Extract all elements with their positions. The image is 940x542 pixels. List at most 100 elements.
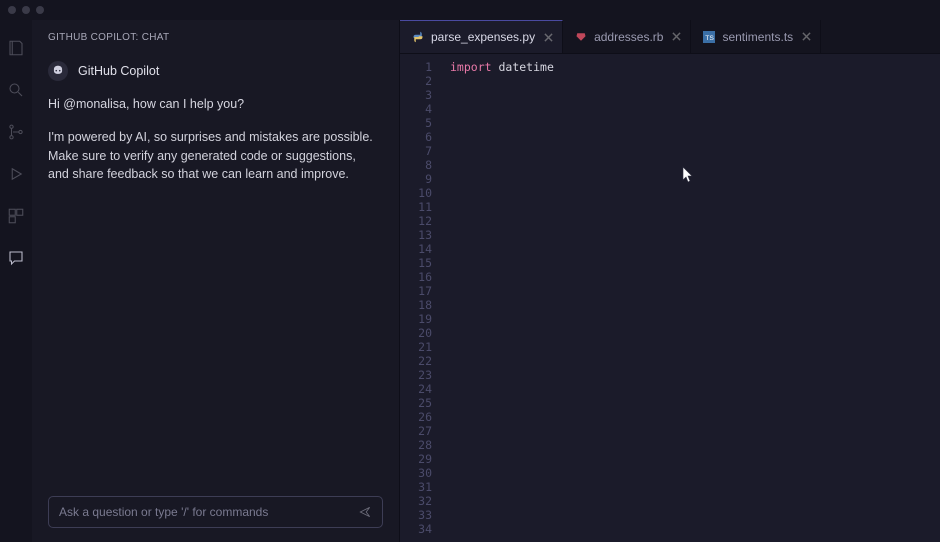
line-number: 8 <box>400 158 432 172</box>
editor-group: parse_expenses.py addresses.rb TS sentiment… <box>400 20 940 542</box>
line-number: 31 <box>400 480 432 494</box>
code-line[interactable] <box>450 172 940 186</box>
line-number: 34 <box>400 522 432 536</box>
activity-bar <box>0 20 32 542</box>
code-content[interactable]: import datetime <box>442 54 940 542</box>
chat-author-name: GitHub Copilot <box>78 62 159 81</box>
line-number: 24 <box>400 382 432 396</box>
code-line[interactable] <box>450 396 940 410</box>
chat-icon[interactable] <box>6 248 26 268</box>
code-line[interactable] <box>450 480 940 494</box>
close-icon[interactable] <box>670 31 682 43</box>
line-number: 23 <box>400 368 432 382</box>
copilot-avatar-icon <box>48 61 68 81</box>
line-number: 15 <box>400 256 432 270</box>
file-type-icon <box>412 31 424 43</box>
code-line[interactable] <box>450 340 940 354</box>
tab-bar: parse_expenses.py addresses.rb TS sentiment… <box>400 20 940 54</box>
code-line[interactable] <box>450 88 940 102</box>
window-titlebar <box>0 0 940 20</box>
files-icon[interactable] <box>6 38 26 58</box>
line-number: 14 <box>400 242 432 256</box>
line-number: 1 <box>400 60 432 74</box>
code-line[interactable] <box>450 424 940 438</box>
code-line[interactable] <box>450 74 940 88</box>
chat-greeting: Hi @monalisa, how can I help you? <box>48 91 383 128</box>
line-number: 27 <box>400 424 432 438</box>
send-icon[interactable] <box>356 503 374 521</box>
line-number: 16 <box>400 270 432 284</box>
editor-area[interactable]: 1234567891011121314151617181920212223242… <box>400 54 940 542</box>
code-line[interactable] <box>450 158 940 172</box>
code-line[interactable] <box>450 312 940 326</box>
code-line[interactable] <box>450 508 940 522</box>
chat-input-box[interactable] <box>48 496 383 528</box>
line-number: 32 <box>400 494 432 508</box>
line-number: 21 <box>400 340 432 354</box>
code-line[interactable] <box>450 354 940 368</box>
extensions-icon[interactable] <box>6 206 26 226</box>
code-line[interactable]: import datetime <box>450 60 940 74</box>
line-number: 12 <box>400 214 432 228</box>
search-icon[interactable] <box>6 80 26 100</box>
svg-text:TS: TS <box>706 35 715 42</box>
line-number: 25 <box>400 396 432 410</box>
code-line[interactable] <box>450 186 940 200</box>
line-number: 4 <box>400 102 432 116</box>
code-line[interactable] <box>450 410 940 424</box>
code-line[interactable] <box>450 522 940 536</box>
code-line[interactable] <box>450 466 940 480</box>
source-control-icon[interactable] <box>6 122 26 142</box>
code-line[interactable] <box>450 438 940 452</box>
file-type-icon: TS <box>703 31 715 43</box>
code-line[interactable] <box>450 326 940 340</box>
line-number: 11 <box>400 200 432 214</box>
line-number: 6 <box>400 130 432 144</box>
traffic-light-close[interactable] <box>8 6 16 14</box>
chat-body: GitHub Copilot Hi @monalisa, how can I h… <box>32 53 399 486</box>
code-line[interactable] <box>450 270 940 284</box>
traffic-light-zoom[interactable] <box>36 6 44 14</box>
line-number: 5 <box>400 116 432 130</box>
code-line[interactable] <box>450 228 940 242</box>
line-number: 28 <box>400 438 432 452</box>
code-line[interactable] <box>450 256 940 270</box>
run-debug-icon[interactable] <box>6 164 26 184</box>
line-number: 18 <box>400 298 432 312</box>
code-line[interactable] <box>450 452 940 466</box>
code-line[interactable] <box>450 494 940 508</box>
close-icon[interactable] <box>542 31 554 43</box>
line-number: 3 <box>400 88 432 102</box>
line-number: 22 <box>400 354 432 368</box>
tab-parse_expenses-py[interactable]: parse_expenses.py <box>400 20 563 53</box>
file-type-icon <box>575 31 587 43</box>
code-line[interactable] <box>450 368 940 382</box>
tab-sentiments-ts[interactable]: TS sentiments.ts <box>691 20 821 53</box>
line-number: 30 <box>400 466 432 480</box>
line-number: 33 <box>400 508 432 522</box>
traffic-light-minimize[interactable] <box>22 6 30 14</box>
tab-label: sentiments.ts <box>722 30 793 44</box>
copilot-chat-panel: GITHUB COPILOT: CHAT GitHub Copilot Hi @… <box>32 20 400 542</box>
code-line[interactable] <box>450 102 940 116</box>
chat-input[interactable] <box>59 505 348 519</box>
code-line[interactable] <box>450 130 940 144</box>
code-line[interactable] <box>450 242 940 256</box>
code-line[interactable] <box>450 214 940 228</box>
code-line[interactable] <box>450 144 940 158</box>
code-line[interactable] <box>450 298 940 312</box>
code-line[interactable] <box>450 382 940 396</box>
code-line[interactable] <box>450 284 940 298</box>
line-number-gutter: 1234567891011121314151617181920212223242… <box>400 54 442 542</box>
line-number: 2 <box>400 74 432 88</box>
tab-label: parse_expenses.py <box>431 30 535 44</box>
line-number: 13 <box>400 228 432 242</box>
code-line[interactable] <box>450 116 940 130</box>
line-number: 26 <box>400 410 432 424</box>
line-number: 17 <box>400 284 432 298</box>
code-line[interactable] <box>450 200 940 214</box>
tab-addresses-rb[interactable]: addresses.rb <box>563 20 691 53</box>
line-number: 29 <box>400 452 432 466</box>
tab-label: addresses.rb <box>594 30 663 44</box>
close-icon[interactable] <box>800 31 812 43</box>
